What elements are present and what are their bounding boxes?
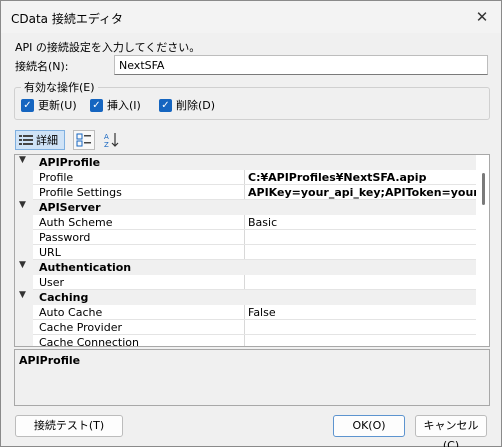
property-value[interactable]: APIKey=your_api_key;APIToken=your_a <box>244 185 478 200</box>
connection-name-label: 接続名(N): <box>15 60 69 73</box>
property-name: Cache Connection <box>39 336 139 347</box>
update-checkbox-label: 更新(U) <box>38 99 77 112</box>
categorized-view-button[interactable] <box>73 130 95 150</box>
category-authentication[interactable]: ▼ Authentication <box>15 260 478 275</box>
update-checkbox[interactable]: ✓ 更新(U) <box>21 98 77 112</box>
row-gutter <box>15 320 33 335</box>
property-row[interactable]: Auth Scheme Basic <box>15 215 478 230</box>
row-gutter <box>15 245 33 260</box>
property-value[interactable]: C:¥APIProfiles¥NextSFA.apip <box>244 170 478 185</box>
category-caching[interactable]: ▼ Caching <box>15 290 478 305</box>
close-icon[interactable]: ✕ <box>473 9 491 25</box>
property-row[interactable]: User <box>15 275 478 290</box>
property-value[interactable]: Basic <box>244 215 478 230</box>
category-apiprofile[interactable]: ▼ APIProfile <box>15 155 478 170</box>
category-apiserver[interactable]: ▼ APIServer <box>15 200 478 215</box>
property-value[interactable] <box>244 245 478 260</box>
svg-text:Z: Z <box>104 141 109 148</box>
row-gutter <box>15 185 33 200</box>
row-gutter <box>15 170 33 185</box>
property-row[interactable]: Password <box>15 230 478 245</box>
collapse-icon[interactable]: ▼ <box>19 260 31 270</box>
categorized-icon <box>76 133 91 147</box>
category-name: Authentication <box>39 261 132 274</box>
property-value[interactable] <box>244 230 478 245</box>
row-gutter <box>15 215 33 230</box>
row-gutter <box>15 230 33 245</box>
property-value[interactable] <box>244 335 478 346</box>
category-name: APIProfile <box>39 156 101 169</box>
property-row[interactable]: Profile Settings APIKey=your_api_key;API… <box>15 185 478 200</box>
test-connection-button[interactable]: 接続テスト(T) <box>15 415 123 437</box>
collapse-icon[interactable]: ▼ <box>19 155 31 165</box>
sort-az-icon: A Z <box>104 133 119 148</box>
intro-text: API の接続設定を入力してください。 <box>15 41 201 54</box>
insert-checkbox-label: 挿入(I) <box>107 99 141 112</box>
details-view-button[interactable]: 詳細 <box>15 130 65 150</box>
description-panel: APIProfile <box>14 349 490 406</box>
title-bar: CData 接続エディタ ✕ <box>1 1 501 33</box>
window-title: CData 接続エディタ <box>11 12 124 26</box>
connection-name-input[interactable] <box>114 55 488 75</box>
property-row[interactable]: Cache Connection <box>15 335 478 347</box>
property-row[interactable]: Cache Provider <box>15 320 478 335</box>
property-value[interactable]: False <box>244 305 478 320</box>
property-value[interactable] <box>244 320 478 335</box>
checkmark-icon: ✓ <box>21 98 34 112</box>
details-label: 詳細 <box>36 134 58 147</box>
category-name: Caching <box>39 291 89 304</box>
operations-legend: 有効な操作(E) <box>21 79 98 95</box>
collapse-icon[interactable]: ▼ <box>19 200 31 210</box>
svg-text:A: A <box>104 133 109 141</box>
row-gutter <box>15 335 33 346</box>
checkmark-icon: ✓ <box>90 98 103 112</box>
property-row[interactable]: URL <box>15 245 478 260</box>
scrollbar-thumb[interactable] <box>482 173 485 205</box>
alphabetical-sort-button[interactable]: A Z <box>100 130 122 150</box>
cancel-button[interactable]: キャンセル(C) <box>415 415 487 447</box>
row-gutter <box>15 275 33 290</box>
row-gutter <box>15 305 33 320</box>
property-row[interactable]: Profile C:¥APIProfiles¥NextSFA.apip <box>15 170 478 185</box>
ok-button[interactable]: OK(O) <box>333 415 405 437</box>
vertical-scrollbar[interactable] <box>476 155 489 346</box>
category-name: APIServer <box>39 201 101 214</box>
checkmark-icon: ✓ <box>159 98 172 112</box>
property-value[interactable] <box>244 275 478 290</box>
collapse-icon[interactable]: ▼ <box>19 290 31 300</box>
property-grid: ▼ APIProfile Profile C:¥APIProfiles¥Next… <box>14 154 490 347</box>
insert-checkbox[interactable]: ✓ 挿入(I) <box>90 98 141 112</box>
list-icon <box>19 135 33 145</box>
property-row[interactable]: Auto Cache False <box>15 305 478 320</box>
connection-editor-window: CData 接続エディタ ✕ API の接続設定を入力してください。 接続名(N… <box>0 0 502 447</box>
delete-checkbox-label: 削除(D) <box>176 99 216 112</box>
description-title: APIProfile <box>19 354 81 367</box>
delete-checkbox[interactable]: ✓ 削除(D) <box>159 98 215 112</box>
